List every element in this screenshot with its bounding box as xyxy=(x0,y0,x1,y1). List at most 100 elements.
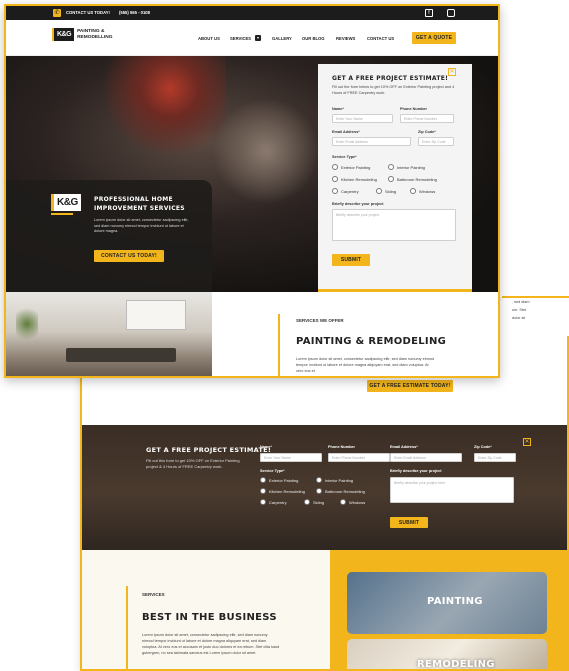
describe-label: Briefly describe your project xyxy=(390,469,442,473)
front-page-mockup: ✆ CONTACT US TODAY! (555) 555 - 0108 f K… xyxy=(4,4,500,378)
service-option[interactable]: Bathroom Remodeling xyxy=(316,488,365,494)
radio-circle-icon xyxy=(388,176,394,182)
service-option[interactable]: Siding xyxy=(376,188,396,194)
snippet-line: dolor sit xyxy=(512,316,526,320)
nav-about[interactable]: ABOUT US xyxy=(198,36,220,41)
services-title: BEST IN THE BUSINESS xyxy=(142,612,277,623)
contact-label: CONTACT US TODAY! xyxy=(66,10,110,15)
hero-title-line-2: IMPROVEMENT SERVICES xyxy=(94,205,185,212)
name-input[interactable]: Enter Your Name xyxy=(260,453,322,462)
phone-number[interactable]: (555) 555 - 0108 xyxy=(119,10,150,15)
services-section: SERVICES BEST IN THE BUSINESS Lorem ipsu… xyxy=(82,550,567,670)
top-bar: ✆ CONTACT US TODAY! (555) 555 - 0108 f xyxy=(6,6,498,20)
hero-box: K&G PROFESSIONAL HOME IMPROVEMENT SERVIC… xyxy=(6,180,212,292)
service-option[interactable]: Kitchen Remodeling xyxy=(332,176,377,182)
service-option[interactable]: Interior Painting xyxy=(388,164,425,170)
service-option[interactable]: Windows xyxy=(410,188,435,194)
radio-circle-icon xyxy=(260,499,266,505)
estimate-form-card: ✕ GET A FREE PROJECT ESTIMATE! Fill out … xyxy=(318,64,472,292)
name-label: Name* xyxy=(332,107,344,111)
hero-contact-button[interactable]: CONTACT US TODAY! xyxy=(94,250,164,262)
facebook-icon[interactable]: f xyxy=(425,9,433,17)
hero-text: Lorem ipsum dolor sit amet, consectetur … xyxy=(94,218,189,233)
radio-circle-icon xyxy=(332,176,338,182)
service-type-label: Service Type* xyxy=(260,469,285,473)
estimate-title: GET A FREE PROJECT ESTIMATE! xyxy=(146,446,272,454)
front-services-section: SERVICES WE OFFER PAINTING & REMODELING … xyxy=(212,292,498,376)
snippet-line: um. Stet xyxy=(512,308,527,312)
phone-input[interactable]: Enter Phone Number xyxy=(400,114,454,123)
service-option[interactable]: Carpentry xyxy=(332,188,359,194)
services-text: Lorem ipsum dolor sit amet, consectetur … xyxy=(296,357,435,373)
snippet-line: , sed diam xyxy=(512,300,530,304)
close-icon[interactable]: ✕ xyxy=(523,438,531,446)
free-estimate-button[interactable]: GET A FREE ESTIMATE TODAY! xyxy=(367,380,453,392)
service-option[interactable]: Windows xyxy=(340,499,365,505)
instagram-icon[interactable] xyxy=(447,9,455,17)
name-input[interactable]: Enter Your Name xyxy=(332,114,393,123)
form-subtitle: Fill out the form below to get 10% OFF o… xyxy=(332,85,455,95)
hero-highlight xyxy=(206,96,326,206)
logo[interactable]: K&G PAINTING & REMODELLING xyxy=(52,28,113,41)
email-input[interactable]: Enter Email Address xyxy=(332,137,411,146)
nav-contact[interactable]: CONTACT US xyxy=(367,36,394,41)
phone-label: Phone Number xyxy=(400,107,428,111)
radio-circle-icon xyxy=(376,188,382,194)
nav-services[interactable]: SERVICES xyxy=(230,36,251,41)
nav-reviews[interactable]: REVIEWS xyxy=(336,36,355,41)
service-option[interactable]: Kitchen Remodeling xyxy=(260,488,305,494)
service-option[interactable]: Bathroom Remodeling xyxy=(388,176,437,182)
side-snippet-page: , sed diam um. Stet dolor sit xyxy=(502,296,569,336)
card-title: PAINTING xyxy=(427,596,483,607)
close-icon[interactable]: ✕ xyxy=(448,68,456,76)
nav-gallery[interactable]: GALLERY xyxy=(272,36,292,41)
services-accent-bar xyxy=(126,586,128,669)
service-option[interactable]: Exterior Painting xyxy=(332,164,370,170)
service-type-label: Service Type* xyxy=(332,155,357,159)
radio-circle-icon xyxy=(388,164,394,170)
radio-circle-icon xyxy=(410,188,416,194)
service-option[interactable]: Interior Painting xyxy=(316,477,353,483)
estimate-subtitle: Fill out this form to get 10% OFF on Ext… xyxy=(146,458,240,469)
phone-icon: ✆ xyxy=(53,9,61,17)
email-label: Email Address* xyxy=(332,130,360,134)
email-label: Email Address* xyxy=(390,445,418,449)
chevron-down-icon[interactable]: ▾ xyxy=(255,35,261,41)
radio-circle-icon xyxy=(304,499,310,505)
radio-circle-icon xyxy=(316,477,322,483)
get-quote-button[interactable]: GET A QUOTE xyxy=(412,32,456,44)
email-input[interactable]: Enter Email Address xyxy=(390,453,462,462)
radio-circle-icon xyxy=(340,499,346,505)
describe-label: Briefly describe your project xyxy=(332,202,384,206)
logo-line-2: REMODELLING xyxy=(77,34,113,40)
nav-blog[interactable]: OUR BLOG xyxy=(302,36,325,41)
kitchen-island xyxy=(66,348,176,362)
service-option[interactable]: Siding xyxy=(304,499,324,505)
service-card-painting[interactable]: PAINTING xyxy=(347,572,547,634)
submit-button[interactable]: SUBMIT xyxy=(390,517,428,528)
radio-circle-icon xyxy=(316,488,322,494)
service-option[interactable]: Exterior Painting xyxy=(260,477,298,483)
card-title: REMODELING xyxy=(417,659,495,670)
service-option[interactable]: Carpentry xyxy=(260,499,287,505)
zip-input[interactable]: Enter Zip Code xyxy=(418,137,454,146)
hero-title-line-1: PROFESSIONAL HOME xyxy=(94,196,173,203)
radio-circle-icon xyxy=(332,164,338,170)
describe-textarea[interactable]: Briefly describe your project here xyxy=(390,477,514,503)
describe-textarea[interactable]: Briefly describe your project xyxy=(332,209,456,241)
name-label: Name* xyxy=(260,445,272,449)
services-accent-bar xyxy=(278,314,280,376)
zip-input[interactable]: Enter Zip Code xyxy=(474,453,516,462)
phone-input[interactable]: Enter Phone Number xyxy=(328,453,390,462)
services-kicker: SERVICES WE OFFER xyxy=(296,318,344,323)
kitchen-window xyxy=(126,300,186,330)
radio-circle-icon xyxy=(260,477,266,483)
hero-worker-image xyxy=(86,56,226,166)
form-title: GET A FREE PROJECT ESTIMATE! xyxy=(332,75,449,82)
kitchen-image xyxy=(6,292,212,376)
hero-logo-mark: K&G xyxy=(51,194,81,211)
logo-mark: K&G xyxy=(52,28,75,41)
hero-logo-underline xyxy=(51,213,73,215)
submit-button[interactable]: SUBMIT xyxy=(332,254,370,266)
service-card-remodeling[interactable]: REMODELING xyxy=(347,639,547,670)
